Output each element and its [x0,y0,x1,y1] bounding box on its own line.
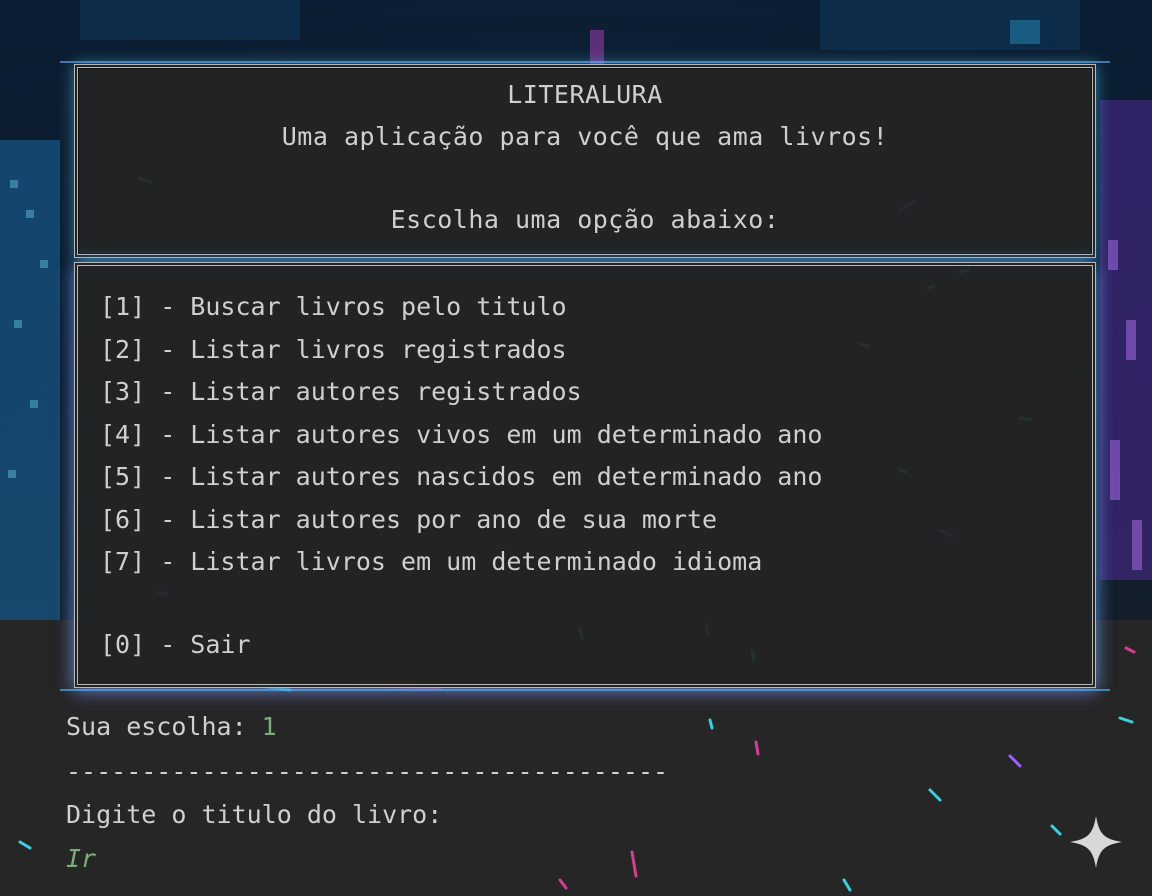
menu-item-authors-born[interactable]: [5] - Listar autores nascidos em determi… [100,456,822,499]
menu-item-books-language[interactable]: [7] - Listar livros em um determinado id… [100,541,822,584]
title-input[interactable]: Ir [66,844,96,873]
menu-item-living-authors[interactable]: [4] - Listar autores vivos em um determi… [100,414,822,457]
app-title: LITERALURA [507,80,663,109]
menu-item-list-authors[interactable]: [3] - Listar autores registrados [100,371,822,414]
title-prompt: Digite o titulo do livro: [66,800,443,829]
menu-item-list-books[interactable]: [2] - Listar livros registrados [100,329,822,372]
menu-list: [1] - Buscar livros pelo titulo [2] - Li… [100,286,822,584]
menu-item-exit[interactable]: [0] - Sair [100,624,251,666]
menu-item-authors-death[interactable]: [6] - Listar autores por ano de sua mort… [100,499,822,542]
choice-line: Sua escolha: 1 [66,712,277,741]
choice-label: Sua escolha: [66,712,262,741]
menu-prompt: Escolha uma opção abaixo: [390,205,780,234]
choice-value[interactable]: 1 [262,712,277,741]
menu-item-search-books[interactable]: [1] - Buscar livros pelo titulo [100,286,822,329]
separator-line: ---------------------------------------- [66,757,669,786]
header-panel: LITERALURA Uma aplicação para você que a… [74,64,1096,258]
menu-panel: [1] - Buscar livros pelo titulo [2] - Li… [74,262,1096,688]
sparkle-icon [1070,816,1122,868]
app-subtitle: Uma aplicação para você que ama livros! [281,122,889,151]
